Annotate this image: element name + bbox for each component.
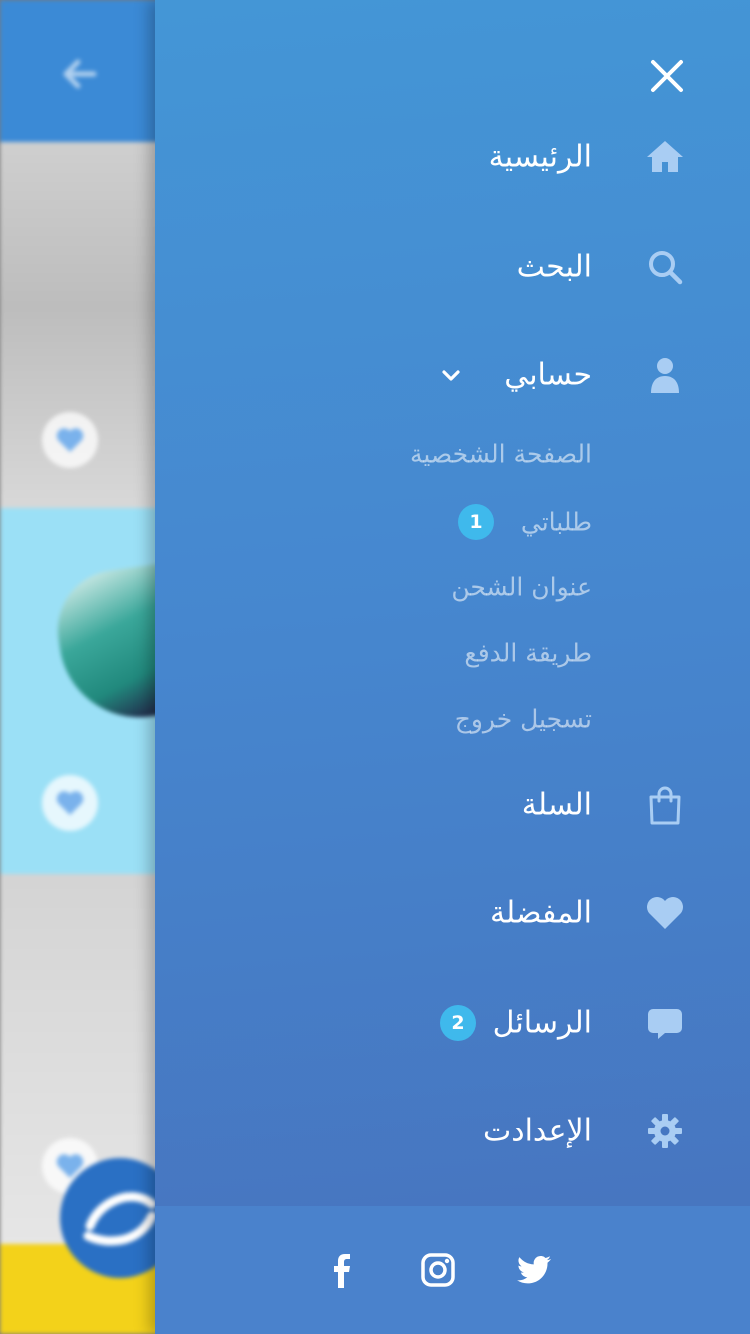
twitter-icon[interactable] bbox=[514, 1250, 554, 1290]
menu-item-home[interactable]: الرئيسية bbox=[155, 112, 750, 202]
favorite-icon bbox=[42, 775, 98, 831]
facebook-icon[interactable] bbox=[322, 1250, 362, 1290]
home-icon bbox=[647, 141, 683, 172]
messages-count-badge: 2 bbox=[440, 1005, 476, 1041]
user-icon bbox=[651, 358, 679, 393]
instagram-icon[interactable] bbox=[418, 1250, 458, 1290]
submenu-item-label: الصفحة الشخصية bbox=[409, 439, 592, 469]
submenu-item-label: عنوان الشحن bbox=[451, 572, 592, 602]
menu-item-label: الرسائل bbox=[492, 1005, 592, 1041]
gear-icon bbox=[648, 1114, 682, 1148]
heart-icon bbox=[647, 897, 683, 929]
chat-bubble-icon bbox=[648, 1009, 682, 1039]
submenu-item-label: طريقة الدفع bbox=[464, 638, 592, 668]
menu-item-favorites[interactable]: المفضلة bbox=[155, 868, 750, 958]
drawer-footer bbox=[155, 1206, 750, 1334]
submenu-item-orders[interactable]: طلباتي 1 bbox=[155, 494, 750, 550]
orders-count-badge: 1 bbox=[458, 504, 494, 540]
chevron-down-icon bbox=[442, 370, 460, 381]
search-icon bbox=[649, 251, 683, 285]
menu-item-label: المفضلة bbox=[489, 895, 592, 931]
submenu-item-payment-method[interactable]: طريقة الدفع bbox=[155, 625, 750, 681]
menu-item-messages[interactable]: الرسائل 2 bbox=[155, 978, 750, 1068]
favorite-icon bbox=[42, 412, 98, 468]
menu-item-cart[interactable]: السلة bbox=[155, 760, 750, 850]
menu-item-account[interactable]: حسابي bbox=[155, 330, 750, 420]
submenu-item-shipping-address[interactable]: عنوان الشحن bbox=[155, 559, 750, 615]
menu-item-label: الرئيسية bbox=[488, 139, 592, 175]
submenu-item-logout[interactable]: تسجيل خروج bbox=[155, 691, 750, 747]
submenu-item-label: تسجيل خروج bbox=[454, 704, 592, 734]
menu-item-label: البحث bbox=[516, 249, 592, 285]
menu-item-label: حسابي bbox=[504, 357, 592, 393]
submenu-item-profile[interactable]: الصفحة الشخصية bbox=[155, 426, 750, 482]
menu-item-label: الإعدادت bbox=[482, 1113, 592, 1149]
menu-item-label: السلة bbox=[521, 787, 592, 823]
menu-item-search[interactable]: البحث bbox=[155, 222, 750, 312]
background-header bbox=[0, 0, 160, 142]
shopping-bag-icon bbox=[649, 786, 681, 825]
side-drawer: الرئيسية البحث حسابي الصفحة الشخصية طلبا… bbox=[155, 0, 750, 1334]
submenu-item-label: طلباتي bbox=[520, 507, 592, 537]
arrow-left-icon bbox=[63, 59, 97, 89]
menu-item-settings[interactable]: الإعدادت bbox=[155, 1086, 750, 1176]
close-icon[interactable] bbox=[643, 52, 691, 100]
background-screen bbox=[0, 0, 160, 1334]
